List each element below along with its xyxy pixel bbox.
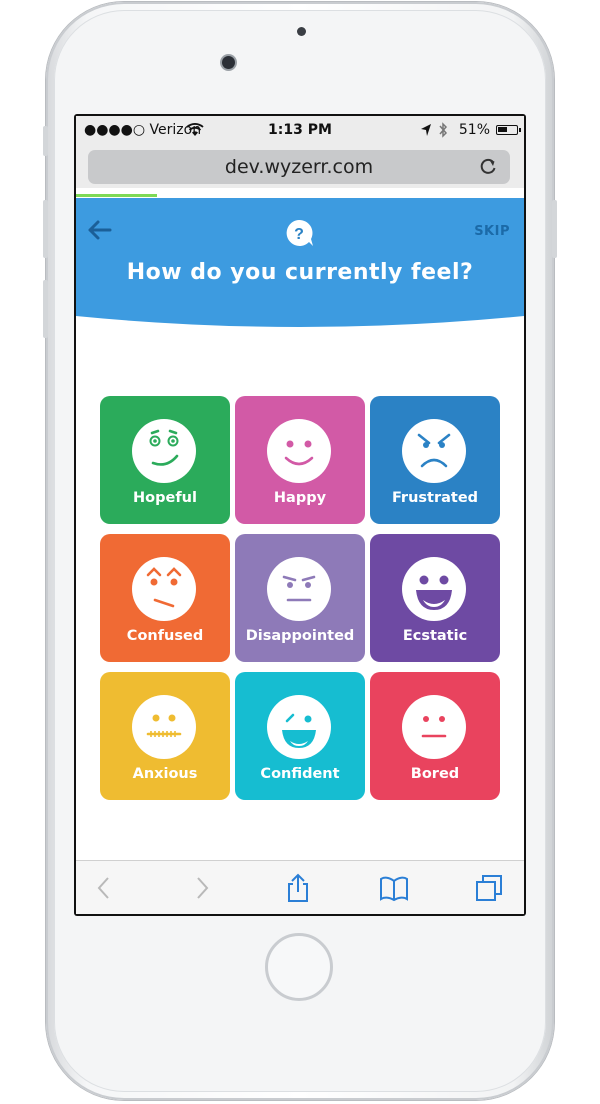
question-title: How do you currently feel? <box>126 260 474 285</box>
mood-label: Confused <box>126 628 204 644</box>
front-camera <box>222 56 235 69</box>
display: ●●●●○ Verizon 1:13 PM 51% dev.wyzerr.com <box>76 116 524 914</box>
url-text: dev.wyzerr.com <box>224 156 374 178</box>
anxious-face-icon <box>132 695 196 759</box>
skip-button[interactable]: SKIP <box>474 224 510 239</box>
mood-label: Anxious <box>132 766 198 782</box>
ecstatic-face-icon <box>402 557 466 621</box>
mood-tile-anxious[interactable]: Anxious <box>100 672 230 800</box>
mood-tile-hopeful[interactable]: Hopeful <box>100 396 230 524</box>
mood-tile-frustrated[interactable]: Frustrated <box>370 396 500 524</box>
screen: ●●●●○ Verizon 1:13 PM 51% dev.wyzerr.com <box>74 114 526 916</box>
mood-label: Frustrated <box>391 490 479 506</box>
page-load-progress <box>76 194 524 197</box>
mood-label: Disappointed <box>245 628 355 644</box>
clock: 1:13 PM <box>268 122 332 138</box>
question-bubble-icon: ? <box>286 219 313 246</box>
home-button[interactable] <box>265 933 333 1001</box>
location-icon <box>421 124 431 136</box>
mood-tile-confused[interactable]: Confused <box>100 534 230 662</box>
status-bar: ●●●●○ Verizon 1:13 PM 51% <box>76 116 524 144</box>
reload-icon[interactable] <box>476 150 500 184</box>
confused-face-icon <box>132 557 196 621</box>
share-icon[interactable] <box>283 873 313 903</box>
proximity-sensor <box>297 27 306 36</box>
volume-up-button <box>43 200 48 258</box>
address-bar[interactable]: dev.wyzerr.com <box>88 150 510 184</box>
battery-cap <box>519 128 521 132</box>
back-icon[interactable] <box>90 873 120 903</box>
mood-label: Confident <box>260 766 340 782</box>
volume-down-button <box>43 280 48 338</box>
battery-icon <box>496 125 518 135</box>
forward-icon[interactable] <box>186 873 216 903</box>
address-bar-container: dev.wyzerr.com <box>76 144 524 188</box>
mood-label: Bored <box>410 766 460 782</box>
svg-text:?: ? <box>294 226 304 243</box>
frustrated-face-icon <box>402 419 466 483</box>
mood-tile-bored[interactable]: Bored <box>370 672 500 800</box>
power-button <box>552 200 557 258</box>
disappointed-face-icon <box>267 557 331 621</box>
happy-face-icon <box>267 419 331 483</box>
mood-label: Happy <box>273 490 327 506</box>
back-arrow-icon[interactable] <box>86 218 112 242</box>
mood-label: Hopeful <box>133 490 197 506</box>
progress-fill <box>76 194 157 197</box>
bored-face-icon <box>402 695 466 759</box>
mood-tile-disappointed[interactable]: Disappointed <box>235 534 365 662</box>
tabs-icon[interactable] <box>474 873 504 903</box>
mood-tile-happy[interactable]: Happy <box>235 396 365 524</box>
battery-percent: 51% <box>458 122 490 138</box>
browser-toolbar <box>76 860 524 914</box>
confident-face-icon <box>267 695 331 759</box>
mood-label: Ecstatic <box>402 628 468 644</box>
question-header: ? SKIP How do you currently feel? <box>76 198 524 348</box>
bluetooth-icon <box>439 122 448 138</box>
hopeful-face-icon <box>132 419 196 483</box>
bookmarks-icon[interactable] <box>379 873 409 903</box>
silent-switch <box>43 126 48 156</box>
mood-tile-ecstatic[interactable]: Ecstatic <box>370 534 500 662</box>
mood-tile-confident[interactable]: Confident <box>235 672 365 800</box>
